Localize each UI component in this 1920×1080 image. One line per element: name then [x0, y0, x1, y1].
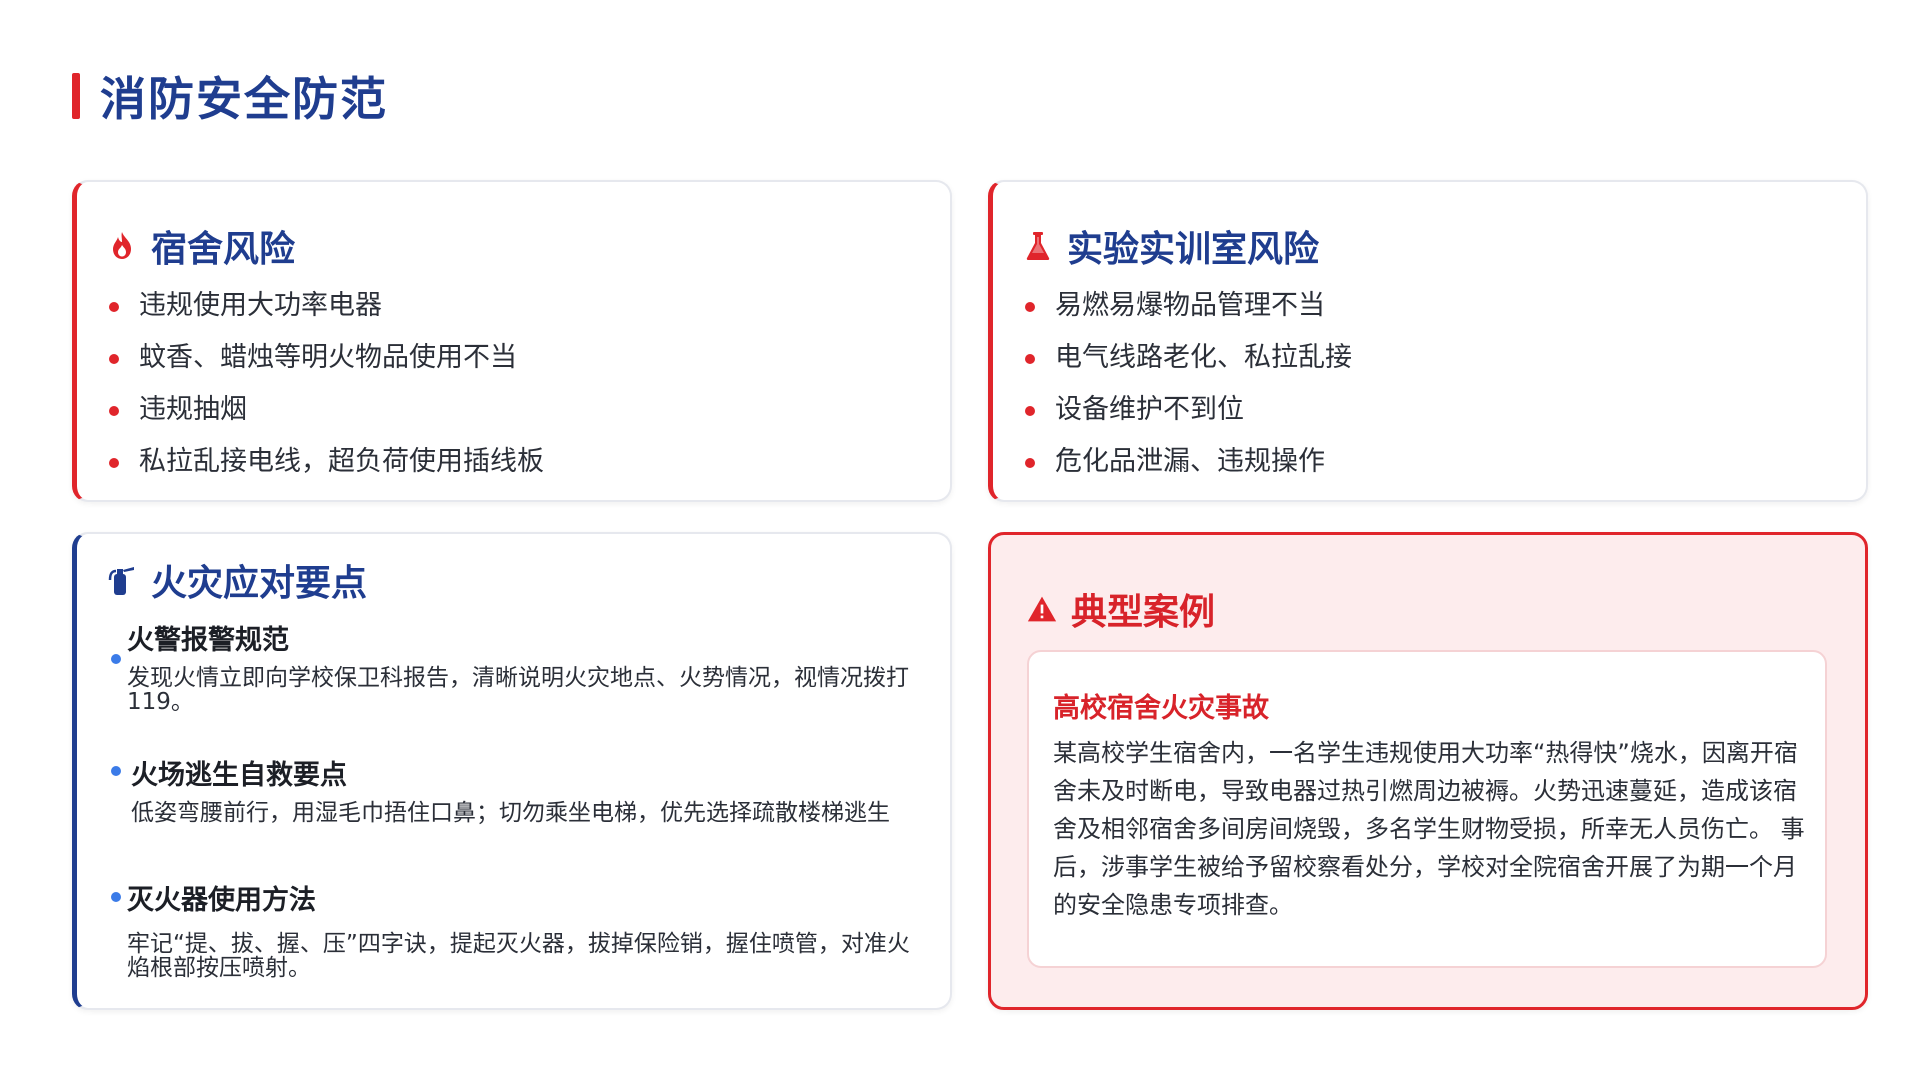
response-item-body: 牢记“提、拔、握、压”四字诀，提起灭火器，拔掉保险销，握住喷管，对准火焰根部按压… [127, 931, 910, 981]
typical-case-title: 典型案例 [1071, 592, 1216, 633]
list-item: 私拉乱接电线，超负荷使用插线板 [109, 436, 544, 488]
warning-triangle-icon [1027, 592, 1057, 626]
bullet-dot [111, 892, 121, 902]
page-title-block: 消防安全防范 [72, 68, 388, 126]
lab-risk-card: 实验实训室风险 易燃易爆物品管理不当 电气线路老化、私拉乱接 设备维护不到位 危… [988, 180, 1868, 502]
typical-case-card: 典型案例 高校宿舍火灾事故 某高校学生宿舍内，一名学生违规使用大功率“热得快”烧… [988, 532, 1868, 1010]
response-item-title: 火警报警规范 [127, 625, 289, 656]
fire-response-title: 火灾应对要点 [151, 563, 368, 604]
bullet-dot [109, 406, 119, 416]
bullet-dot [1025, 406, 1035, 416]
bullet-dot [109, 458, 119, 468]
bullet-dot [109, 302, 119, 312]
dorm-risk-list: 违规使用大功率电器 蚊香、蜡烛等明火物品使用不当 违规抽烟 私拉乱接电线，超负荷… [109, 280, 544, 488]
response-item-body: 低姿弯腰前行，用湿毛巾捂住口鼻；切勿乘坐电梯，优先选择疏散楼梯逃生 [131, 800, 890, 826]
case-subtitle: 高校宿舍火灾事故 [1053, 693, 1269, 724]
bullet-dot [1025, 302, 1035, 312]
list-item: 设备维护不到位 [1025, 384, 1352, 436]
response-item-title: 火场逃生自救要点 [131, 760, 347, 791]
bullet-dot [109, 354, 119, 364]
flask-icon [1023, 229, 1053, 263]
case-detail-box: 高校宿舍火灾事故 某高校学生宿舍内，一名学生违规使用大功率“热得快”烧水，因离开… [1027, 650, 1827, 968]
lab-risk-title: 实验实训室风险 [1067, 229, 1320, 270]
dorm-risk-title: 宿舍风险 [151, 229, 296, 270]
list-item: 电气线路老化、私拉乱接 [1025, 332, 1352, 384]
response-item-body: 发现火情立即向学校保卫科报告，清晰说明火灾地点、火势情况，视情况拨打119。 [127, 665, 909, 715]
typical-case-header: 典型案例 [1027, 583, 1215, 635]
lab-risk-list: 易燃易爆物品管理不当 电气线路老化、私拉乱接 设备维护不到位 危化品泄漏、违规操… [1025, 280, 1352, 488]
list-item: 危化品泄漏、违规操作 [1025, 436, 1352, 488]
bullet-dot [111, 766, 121, 776]
title-accent-bar [72, 73, 80, 119]
fire-response-card: 火灾应对要点 火警报警规范 发现火情立即向学校保卫科报告，清晰说明火灾地点、火势… [72, 532, 952, 1010]
fire-response-header: 火灾应对要点 [107, 554, 367, 606]
bullet-dot [1025, 354, 1035, 364]
page-title: 消防安全防范 [100, 72, 388, 126]
list-item: 易燃易爆物品管理不当 [1025, 280, 1352, 332]
list-item: 违规抽烟 [109, 384, 544, 436]
dorm-risk-card: 宿舍风险 违规使用大功率电器 蚊香、蜡烛等明火物品使用不当 违规抽烟 私拉乱接电… [72, 180, 952, 502]
case-description: 某高校学生宿舍内，一名学生违规使用大功率“热得快”烧水，因离开宿舍未及时断电，导… [1053, 739, 1805, 919]
bullet-dot [1025, 458, 1035, 468]
list-item: 违规使用大功率电器 [109, 280, 544, 332]
list-item: 蚊香、蜡烛等明火物品使用不当 [109, 332, 544, 384]
bullet-dot [111, 654, 121, 664]
dorm-risk-header: 宿舍风险 [107, 220, 295, 272]
fire-extinguisher-icon [107, 563, 137, 597]
slide: 消防安全防范 宿舍风险 违规使用大功率电器 蚊香、蜡烛等明火物品使用不当 违规抽… [0, 0, 1920, 1080]
response-item-title: 灭火器使用方法 [127, 885, 316, 916]
lab-risk-header: 实验实训室风险 [1023, 220, 1319, 272]
fire-icon [107, 229, 137, 263]
